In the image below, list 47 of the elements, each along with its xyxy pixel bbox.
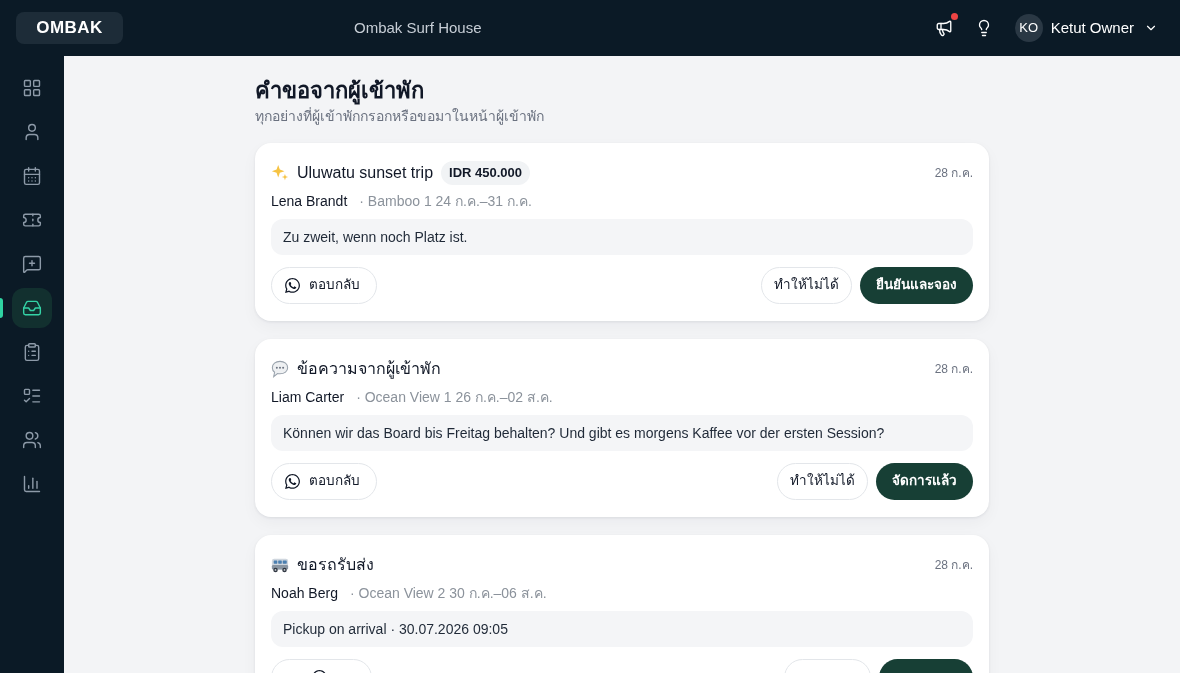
decline-button[interactable]: ทำให้ไม่ได้ bbox=[761, 267, 852, 304]
logo[interactable]: OMBAK bbox=[16, 12, 123, 44]
request-title: ข้อความจากผู้เข้าพัก bbox=[297, 359, 441, 381]
request-date: 28 ก.ค. bbox=[934, 557, 973, 574]
guest-message: Zu zweit, wenn noch Platz ist. bbox=[271, 219, 973, 255]
reply-button[interactable]: ตอบกลับ bbox=[271, 267, 377, 304]
user-avatar: KO bbox=[1014, 14, 1043, 42]
nav-button[interactable] bbox=[12, 288, 52, 328]
checklist-icon bbox=[22, 386, 42, 406]
message-plus-icon bbox=[22, 254, 42, 274]
dashboard-icon bbox=[22, 78, 42, 98]
stay-details: · Ocean View 1 26 ก.ค.–02 ส.ค. bbox=[356, 387, 553, 407]
van-icon bbox=[271, 556, 289, 574]
calendar-icon bbox=[22, 166, 42, 186]
stay-details: · Ocean View 2 30 ก.ค.–06 ส.ค. bbox=[349, 583, 547, 603]
active-indicator bbox=[0, 298, 3, 318]
request-date: 28 ก.ค. bbox=[934, 165, 973, 182]
megaphone-icon bbox=[934, 19, 953, 37]
whatsapp-icon bbox=[284, 277, 301, 294]
property-name: Ombak Surf House bbox=[354, 17, 482, 38]
reply-button[interactable]: ตอบกลับ bbox=[271, 463, 377, 500]
page-subtitle: ทุกอย่างที่ผู้เข้าพักกรอกหรือขอมาในหน้าผู้เข้าพัก bbox=[255, 106, 545, 126]
guest-message: Pickup on arrival · 30.07.2026 09:05 bbox=[271, 611, 973, 647]
user-menu[interactable]: KO Ketut Owner bbox=[1014, 14, 1158, 42]
speech-bubble-icon bbox=[271, 360, 289, 378]
guest-name: Liam Carter bbox=[271, 387, 345, 407]
confirm-button[interactable]: จัดการแล้ว bbox=[876, 463, 973, 500]
price-badge: IDR 450.000 bbox=[441, 161, 531, 185]
people-icon bbox=[22, 430, 42, 450]
guest-message: Können wir das Board bis Freitag behalten? Und gibt es morgens Kaffee vor der ersten Session? bbox=[271, 415, 973, 451]
request-title: Uluwatu sunset trip bbox=[297, 163, 434, 183]
sparkle-icon bbox=[271, 164, 289, 182]
inbox-icon bbox=[22, 298, 42, 318]
clipboard-icon bbox=[22, 342, 42, 362]
guest-name: Noah Berg bbox=[271, 583, 338, 603]
bar-chart-icon bbox=[22, 474, 42, 494]
request-title: ขอรถรับส่ง bbox=[297, 555, 374, 575]
person-icon bbox=[22, 122, 42, 142]
page-title: คำขอจากผู้เข้าพัก bbox=[255, 77, 425, 106]
confirm-button[interactable]: ยืนยันและจอง bbox=[860, 267, 973, 304]
guest-name: Lena Brandt bbox=[271, 191, 348, 211]
stay-details: · Bamboo 1 24 ก.ค.–31 ก.ค. bbox=[359, 191, 532, 211]
whatsapp-icon bbox=[284, 473, 301, 490]
user-name: Ketut Owner bbox=[1050, 17, 1134, 38]
decline-button[interactable]: ทำให้ไม่ได้ bbox=[777, 463, 868, 500]
request-date: 28 ก.ค. bbox=[934, 361, 973, 378]
ticket-icon bbox=[22, 210, 42, 230]
